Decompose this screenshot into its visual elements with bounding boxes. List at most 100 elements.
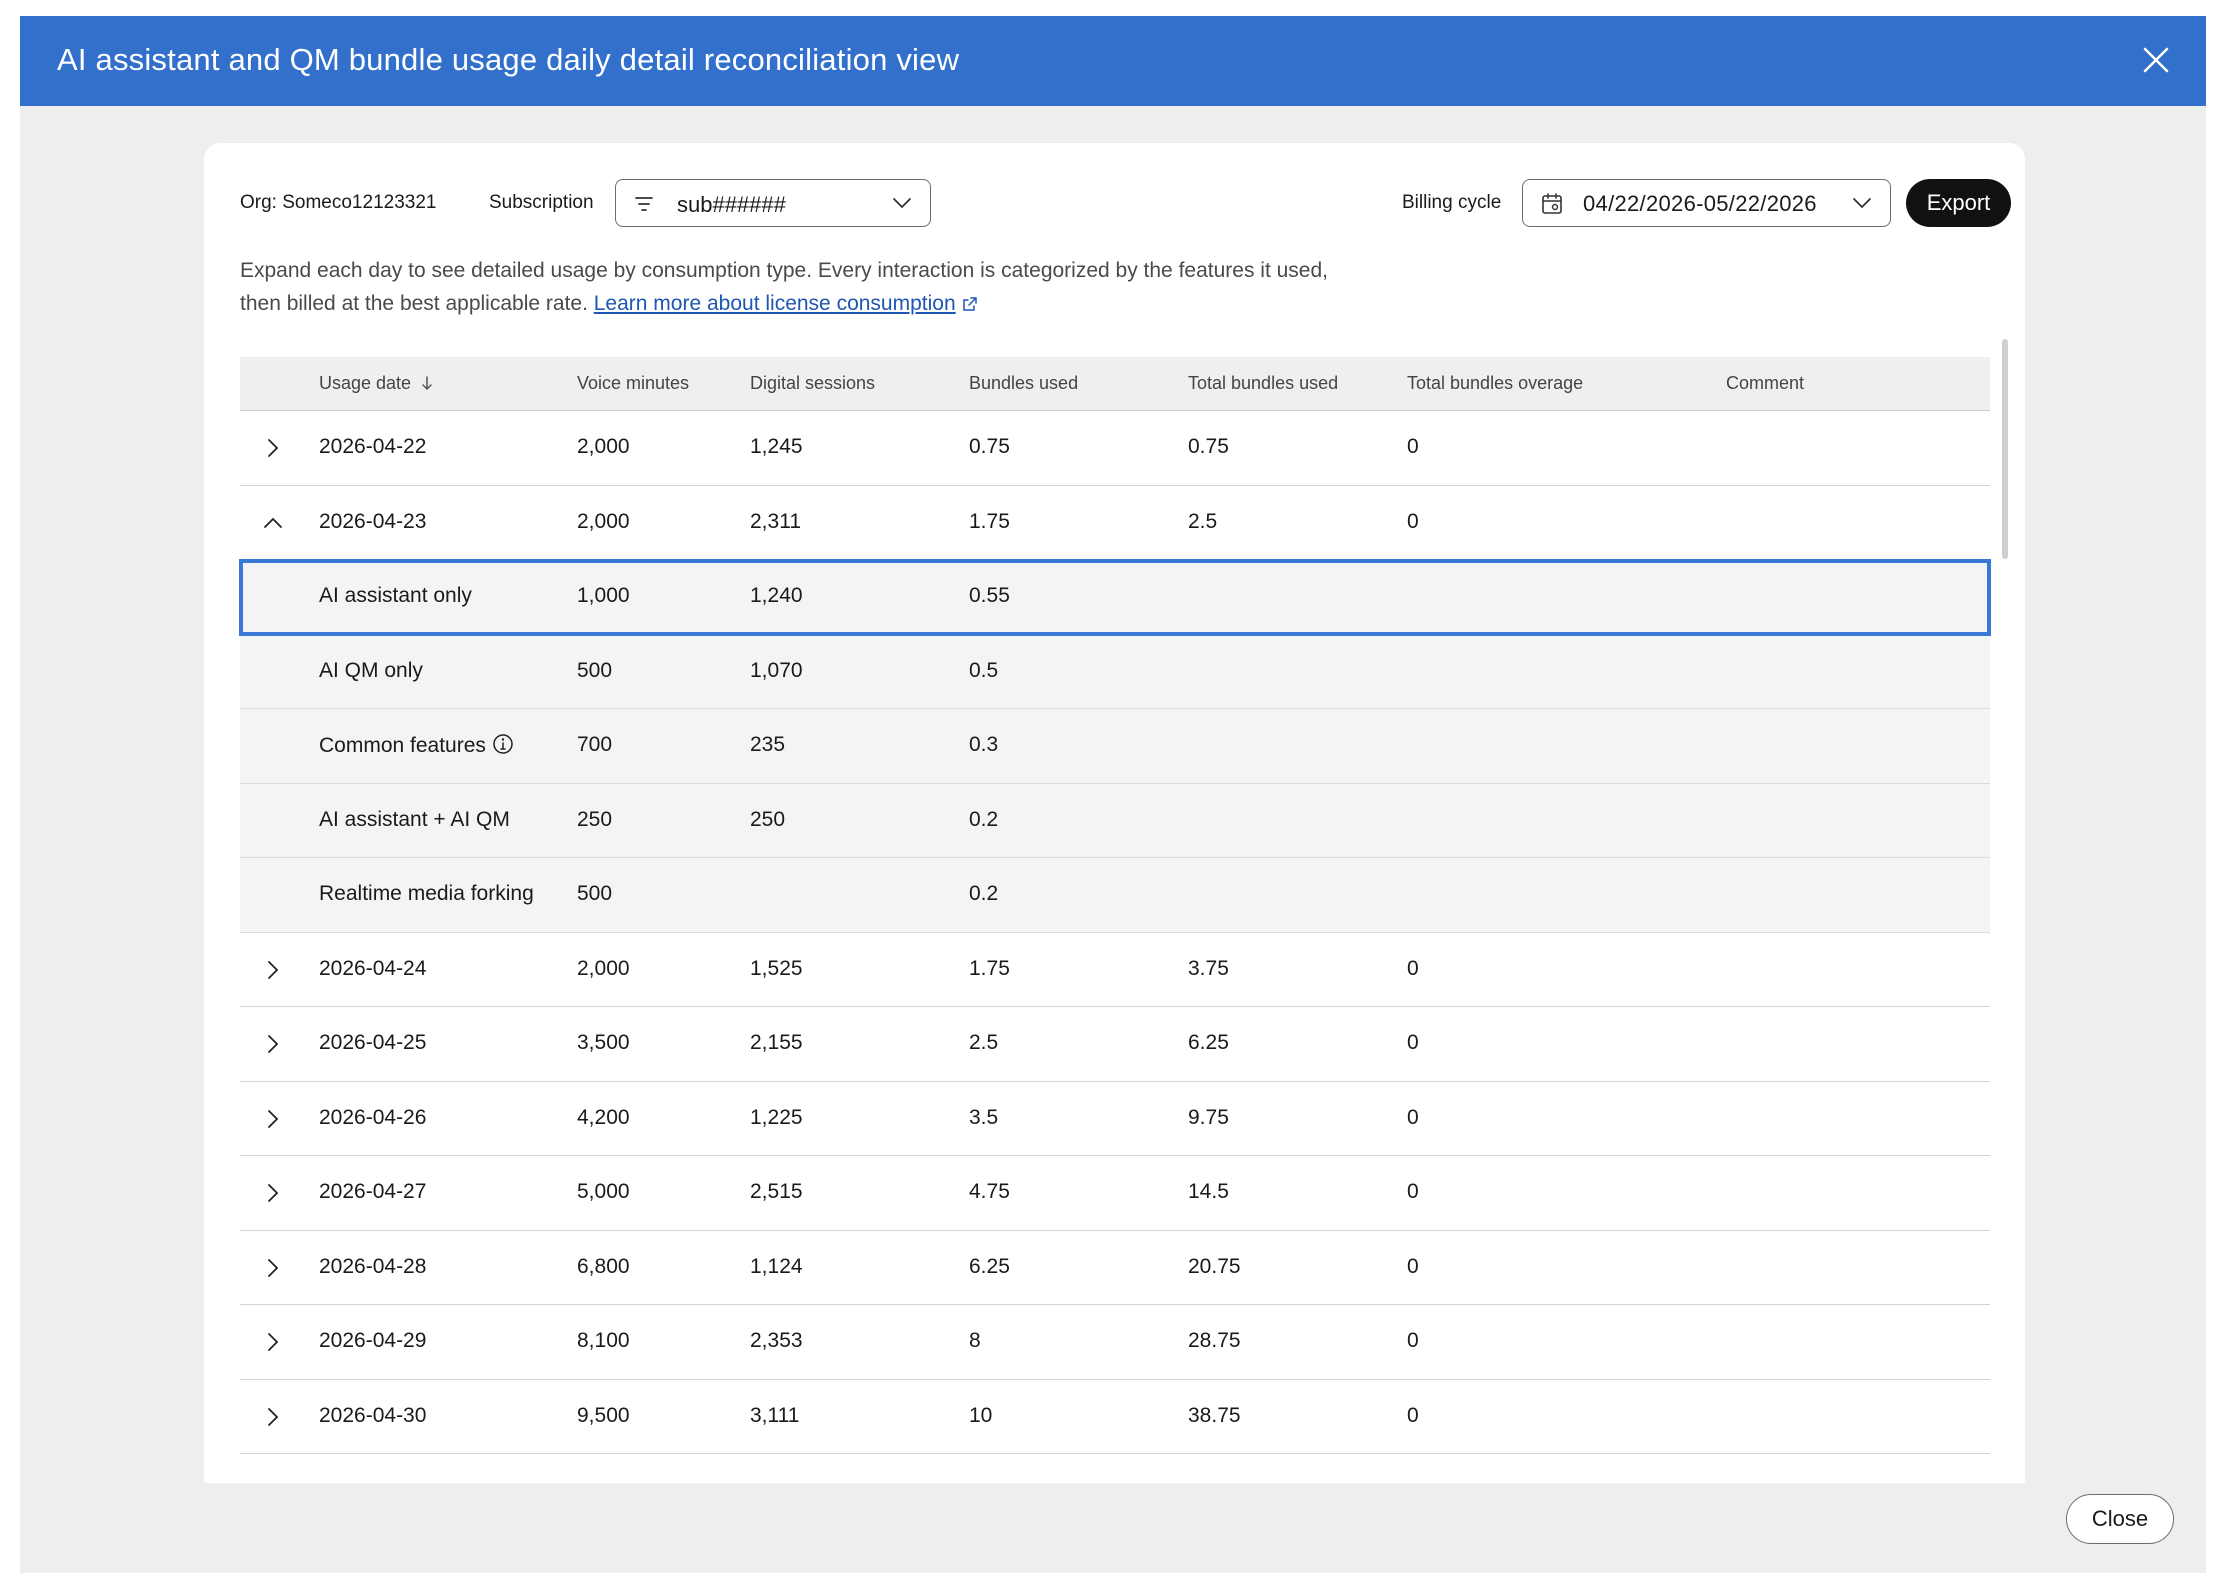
column-header-bundles-used: Bundles used [969, 373, 1079, 393]
sub-row-realtime-media-forking[interactable]: Realtime media forking 500 0.2 [240, 858, 1990, 933]
chevron-right-icon[interactable] [262, 959, 284, 981]
filter-icon [635, 197, 653, 211]
content-card: Org: Someco12123321 Subscription sub####… [204, 143, 2025, 1483]
chevron-right-icon[interactable] [262, 1331, 284, 1353]
billing-cycle-value: 04/22/2026-05/22/2026 [1583, 191, 1817, 216]
bundles-used: 3.5 [969, 1105, 999, 1129]
chevron-right-icon[interactable] [262, 1108, 284, 1130]
voice-minutes: 6,800 [577, 1254, 630, 1278]
usage-date: 2026-04-30 [319, 1403, 427, 1427]
bundles-used: 8 [969, 1329, 981, 1352]
bundles-used: 0.2 [969, 882, 999, 905]
dialog-title: AI assistant and QM bundle usage daily d… [57, 42, 960, 77]
filter-bar: Org: Someco12123321 Subscription sub####… [204, 143, 2025, 263]
table-row[interactable]: 2026-04-27 5,000 2,515 4.75 14.5 0 [240, 1156, 1990, 1231]
org-label: Org: Someco12123321 [240, 192, 437, 213]
consumption-type: Realtime media forking [319, 882, 534, 905]
export-button[interactable]: Export [1906, 179, 2011, 227]
total-bundles-overage: 0 [1407, 1180, 1419, 1203]
column-header-total-bundles-used: Total bundles used [1188, 373, 1339, 393]
usage-date: 2026-04-22 [319, 435, 427, 458]
column-header-digital-sessions: Digital sessions [750, 373, 876, 393]
total-bundles-overage: 0 [1407, 509, 1419, 533]
description: Expand each day to see detailed usage by… [240, 254, 1340, 320]
chevron-right-icon[interactable] [262, 1406, 284, 1428]
close-button[interactable]: Close [2066, 1494, 2174, 1544]
license-consumption-link[interactable]: Learn more about license consumption [594, 292, 956, 315]
table-row[interactable]: 2026-04-26 4,200 1,225 3.5 9.75 0 [240, 1081, 1990, 1156]
usage-date: 2026-04-25 [319, 1031, 427, 1054]
table-row[interactable]: 2026-04-24 2,000 1,525 1.75 3.75 0 [240, 932, 1990, 1007]
total-bundles-overage: 0 [1407, 435, 1419, 458]
subscription-label: Subscription [489, 192, 594, 213]
total-bundles-used: 28.75 [1188, 1329, 1241, 1352]
table-row[interactable]: 2026-04-30 9,500 3,111 10 38.75 0 [240, 1379, 1990, 1454]
dialog-header: AI assistant and QM bundle usage daily d… [20, 16, 2206, 106]
total-bundles-overage: 0 [1407, 1254, 1419, 1278]
voice-minutes: 3,500 [577, 1031, 630, 1054]
sub-row-ai-assistant-only[interactable]: AI assistant only 1,000 1,240 0.55 [239, 559, 1991, 636]
usage-date: 2026-04-23 [319, 509, 427, 533]
column-header-usage-date[interactable]: Usage date [319, 373, 433, 394]
digital-sessions: 1,245 [750, 435, 803, 458]
subscription-select[interactable]: sub###### [615, 179, 931, 227]
voice-minutes: 2,000 [577, 435, 630, 458]
bundles-used: 4.75 [969, 1180, 1010, 1203]
voice-minutes: 250 [577, 807, 613, 831]
sub-row-common-features[interactable]: Common features 700 235 0.3 [240, 709, 1990, 784]
digital-sessions: 3,111 [750, 1403, 800, 1427]
table-row[interactable]: 2026-04-29 8,100 2,353 8 28.75 0 [240, 1305, 1990, 1380]
total-bundles-overage: 0 [1407, 1031, 1419, 1054]
chevron-right-icon[interactable] [262, 437, 284, 459]
chevron-right-icon[interactable] [262, 1033, 284, 1055]
consumption-type: AI QM only [319, 658, 423, 682]
total-bundles-used: 14.5 [1188, 1180, 1229, 1203]
digital-sessions: 250 [750, 807, 786, 831]
external-link-icon[interactable] [962, 296, 978, 312]
voice-minutes: 1,000 [577, 584, 630, 607]
total-bundles-used: 0.75 [1188, 435, 1229, 458]
digital-sessions: 1,124 [750, 1254, 803, 1278]
sort-down-icon[interactable] [421, 375, 433, 391]
table-row[interactable]: 2026-04-22 2,000 1,245 0.75 0.75 0 [240, 411, 1990, 486]
digital-sessions: 1,525 [750, 956, 803, 980]
bundles-used: 0.5 [969, 658, 999, 682]
bundles-used: 6.25 [969, 1254, 1010, 1278]
column-header-voice-minutes: Voice minutes [577, 373, 690, 393]
chevron-right-icon[interactable] [262, 1257, 284, 1279]
voice-minutes: 8,100 [577, 1329, 630, 1352]
bundles-used: 1.75 [969, 956, 1010, 980]
table-row[interactable]: 2026-04-28 6,800 1,124 6.25 20.75 0 [240, 1230, 1990, 1305]
voice-minutes: 2,000 [577, 509, 630, 533]
sub-row-ai-assistant-plus-ai-qm[interactable]: AI assistant + AI QM 250 250 0.2 [240, 783, 1990, 858]
chevron-right-icon[interactable] [262, 1182, 284, 1204]
vertical-scrollbar[interactable] [2002, 339, 2008, 559]
voice-minutes: 5,000 [577, 1180, 630, 1203]
bundles-used: 0.55 [969, 584, 1010, 607]
usage-table: Usage date Voice minutes Digital session… [239, 357, 1991, 1454]
bundles-used: 2.5 [969, 1031, 999, 1054]
close-icon[interactable] [2140, 44, 2172, 76]
usage-date: 2026-04-27 [319, 1180, 427, 1203]
total-bundles-used: 3.75 [1188, 956, 1229, 980]
table-row[interactable]: 2026-04-25 3,500 2,155 2.5 6.25 0 [240, 1007, 1990, 1082]
bundles-used: 0.2 [969, 807, 999, 831]
info-icon[interactable] [492, 733, 514, 755]
calendar-icon [1542, 193, 1562, 214]
digital-sessions: 235 [750, 733, 786, 756]
voice-minutes: 2,000 [577, 956, 630, 980]
bundles-used: 0.75 [969, 435, 1010, 458]
voice-minutes: 9,500 [577, 1403, 630, 1427]
chevron-up-icon[interactable] [262, 512, 284, 534]
voice-minutes: 700 [577, 733, 613, 756]
billing-cycle-select[interactable]: 04/22/2026-05/22/2026 [1522, 179, 1891, 227]
consumption-type-cell: Common features [319, 733, 514, 758]
sub-row-ai-qm-only[interactable]: AI QM only 500 1,070 0.5 [240, 634, 1990, 709]
subscription-value: sub###### [677, 192, 786, 217]
bundles-used: 0.3 [969, 733, 999, 756]
total-bundles-overage: 0 [1407, 956, 1419, 980]
bundles-used: 10 [969, 1403, 993, 1427]
consumption-type: AI assistant only [319, 584, 472, 607]
table-row-expanded[interactable]: 2026-04-23 2,000 2,311 1.75 2.5 0 [240, 485, 1990, 560]
total-bundles-used: 9.75 [1188, 1105, 1229, 1129]
